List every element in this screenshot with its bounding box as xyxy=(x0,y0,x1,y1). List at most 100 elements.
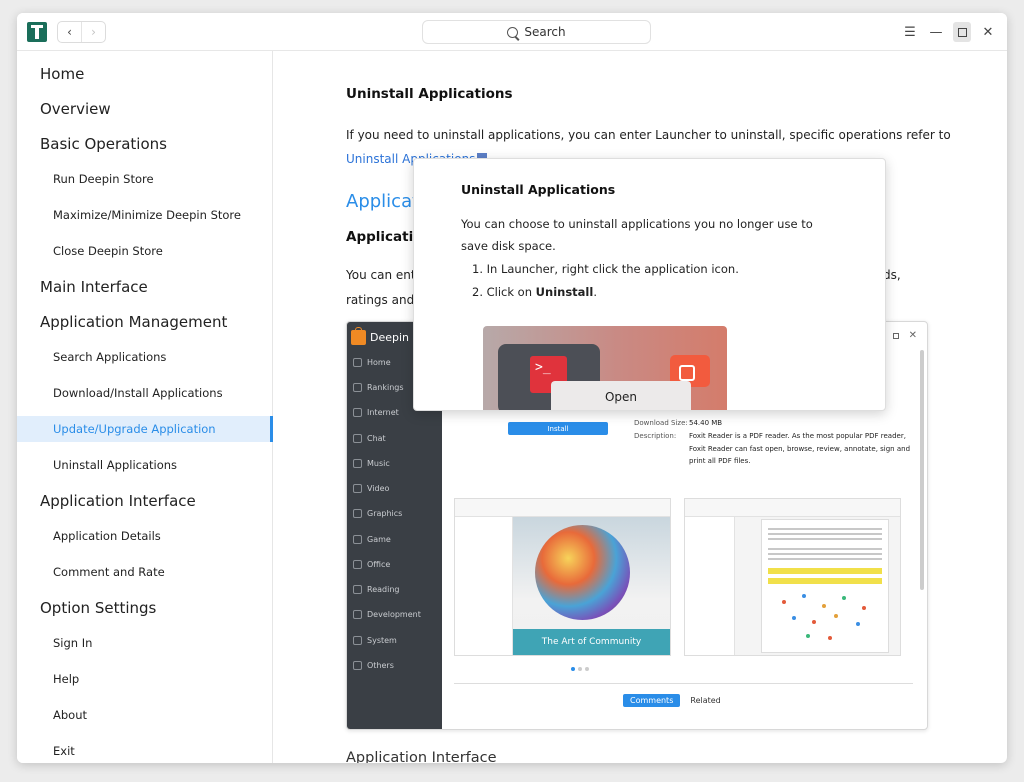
link-preview-popup: Uninstall Applications You can choose to… xyxy=(413,158,886,411)
sidebar-item-exit[interactable]: Exit xyxy=(17,738,273,763)
popup-description: You can choose to uninstall applications… xyxy=(461,217,813,253)
store-category-label: Game xyxy=(367,535,391,544)
chat-icon xyxy=(353,434,362,443)
rankings-icon xyxy=(353,383,362,392)
sidebar-nav: Home Overview Basic Operations Run Deepi… xyxy=(17,51,273,763)
rubber-band-ball-image xyxy=(535,525,630,620)
screenshot-thumbnail-2 xyxy=(684,498,901,656)
store-divider xyxy=(454,683,913,684)
store-category: Internet xyxy=(353,408,399,417)
store-category: Reading xyxy=(353,585,399,594)
popup-title: Uninstall Applications xyxy=(461,182,616,197)
popup-step-2: 2. Click on Uninstall. xyxy=(472,285,597,299)
others-icon xyxy=(353,661,362,670)
close-button[interactable]: ✕ xyxy=(979,22,997,42)
music-icon xyxy=(353,459,362,468)
manual-app-icon xyxy=(27,22,47,42)
store-category: Game xyxy=(353,535,391,544)
store-category-label: Office xyxy=(367,560,391,569)
sidebar-item-application-details[interactable]: Application Details xyxy=(17,523,273,549)
description-label: Description: xyxy=(634,432,677,440)
store-category-label: Others xyxy=(367,661,394,670)
store-category: Video xyxy=(353,484,389,493)
download-size-label: Download Size: xyxy=(634,419,688,427)
store-category: System xyxy=(353,636,397,645)
carousel-indicator xyxy=(571,667,589,671)
store-category: Chat xyxy=(353,434,386,443)
uninstall-text: If you need to uninstall applications, y… xyxy=(346,128,951,142)
popup-step-2-suffix: . xyxy=(593,285,597,299)
thumb-document-page xyxy=(761,519,889,653)
popup-step-2-bold: Uninstall xyxy=(535,285,594,299)
hamburger-menu-icon: ☰ xyxy=(904,24,916,40)
sidebar-item-home[interactable]: Home xyxy=(17,59,273,89)
sidebar-item-help[interactable]: Help xyxy=(17,666,273,692)
context-menu-open-item: Open xyxy=(551,381,691,410)
sidebar-item-option-settings[interactable]: Option Settings xyxy=(17,593,273,623)
application-subheading: Applicatio xyxy=(346,229,423,245)
application-section-heading: Applicat xyxy=(346,191,420,212)
store-category-label: Music xyxy=(367,459,390,468)
store-category: Rankings xyxy=(353,383,404,392)
store-category-label: System xyxy=(367,636,397,645)
sidebar-item-sign-in[interactable]: Sign In xyxy=(17,630,273,656)
store-brand: Deepin S xyxy=(351,327,420,345)
minimize-button[interactable]: — xyxy=(927,22,945,42)
sidebar-item-overview[interactable]: Overview xyxy=(17,94,273,124)
store-category: Graphics xyxy=(353,509,402,518)
sidebar-item-about[interactable]: About xyxy=(17,702,273,728)
store-category-label: Video xyxy=(367,484,390,493)
sidebar-item-application-interface[interactable]: Application Interface xyxy=(17,486,273,516)
application-paragraph-line1: You can ente xyxy=(346,268,423,282)
store-category: Office xyxy=(353,560,390,569)
application-interface-heading: Application Interface xyxy=(346,750,497,763)
system-icon xyxy=(353,636,362,645)
store-category: Home xyxy=(353,358,391,367)
sidebar-item-comment-and-rate[interactable]: Comment and Rate xyxy=(17,559,273,585)
popup-step-1: 1. In Launcher, right click the applicat… xyxy=(472,262,739,276)
store-category-label: Rankings xyxy=(367,383,404,392)
sidebar-item-maximize-minimize[interactable]: Maximize/Minimize Deepin Store xyxy=(17,202,273,228)
development-icon xyxy=(353,610,362,619)
store-category: Others xyxy=(353,661,394,670)
store-scrollbar xyxy=(920,350,924,590)
thumb-cover-title: The Art of Community xyxy=(513,629,670,655)
sidebar-item-close-deepin-store[interactable]: Close Deepin Store xyxy=(17,238,273,264)
store-category: Music xyxy=(353,459,390,468)
window-controls: ☰ — ✕ xyxy=(901,22,997,42)
sidebar-item-download-install[interactable]: Download/Install Applications xyxy=(17,380,273,406)
maximize-icon xyxy=(957,27,967,37)
store-category-label: Reading xyxy=(367,585,400,594)
sidebar-item-search-applications[interactable]: Search Applications xyxy=(17,344,273,370)
maximize-button[interactable] xyxy=(953,22,971,42)
globe-icon xyxy=(353,408,362,417)
sidebar-item-application-management[interactable]: Application Management xyxy=(17,307,273,337)
sidebar-item-run-deepin-store[interactable]: Run Deepin Store xyxy=(17,166,273,192)
store-tab-related: Related xyxy=(690,696,721,705)
sidebar-item-basic-operations[interactable]: Basic Operations xyxy=(17,129,273,159)
sidebar-item-uninstall-applications[interactable]: Uninstall Applications xyxy=(17,452,273,478)
sidebar-item-update-upgrade[interactable]: Update/Upgrade Application xyxy=(17,416,273,442)
search-input[interactable]: Search xyxy=(422,20,651,44)
back-button[interactable]: ‹ xyxy=(58,22,81,42)
store-category-label: Graphics xyxy=(367,509,403,518)
launcher-context-menu-image: >_ Open xyxy=(483,326,727,410)
store-install-button: Install xyxy=(508,422,608,435)
store-maximize-icon xyxy=(893,333,899,339)
screenshot-thumbnail-1: The Art of Community xyxy=(454,498,671,656)
menu-button[interactable]: ☰ xyxy=(901,22,919,42)
store-category-label: Development xyxy=(367,610,421,619)
game-icon xyxy=(353,535,362,544)
popup-step-2-prefix: 2. Click on xyxy=(472,285,536,299)
thumb-bookmarks xyxy=(455,517,513,655)
store-tabs: Comments Related xyxy=(623,694,721,707)
minimize-icon: — xyxy=(929,24,943,40)
store-bag-icon xyxy=(351,327,366,345)
store-category-label: Internet xyxy=(367,408,399,417)
thumb-toolbar xyxy=(455,499,670,517)
reading-icon xyxy=(353,585,362,594)
forward-button[interactable]: › xyxy=(81,22,105,42)
star-icon xyxy=(353,358,362,367)
sidebar-item-main-interface[interactable]: Main Interface xyxy=(17,272,273,302)
store-close-icon: ✕ xyxy=(908,330,917,341)
